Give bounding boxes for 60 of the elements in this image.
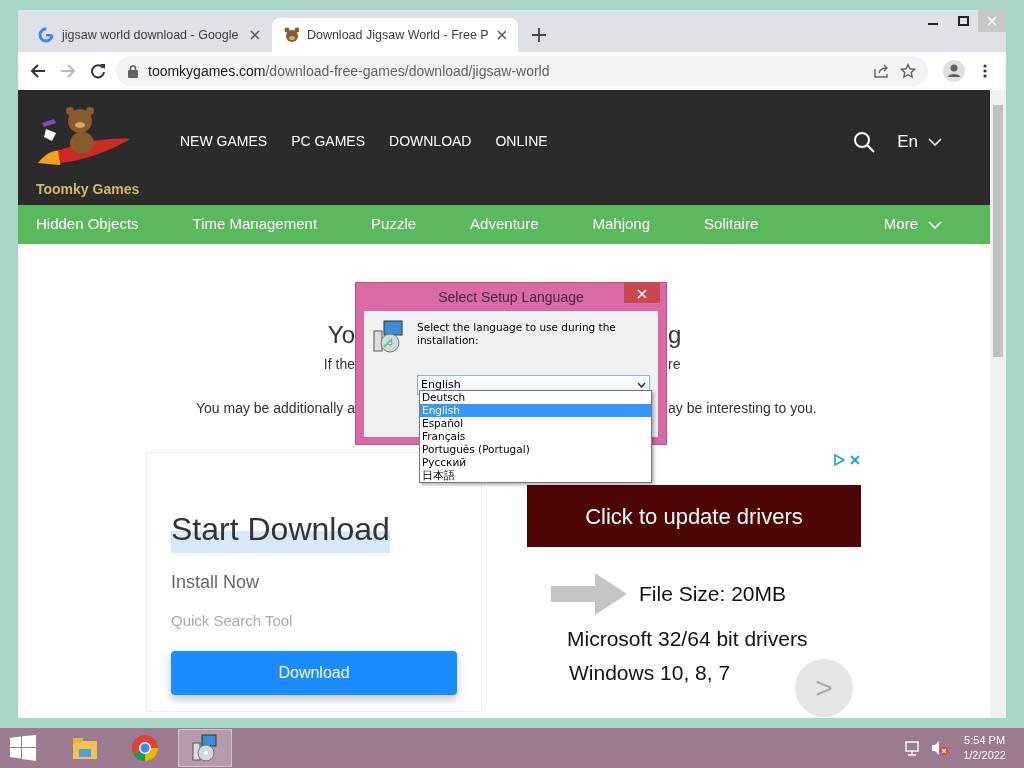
text-fragment: re — [668, 355, 682, 374]
close-icon[interactable] — [250, 30, 260, 40]
taskbar-app[interactable] — [178, 729, 232, 767]
nav-link[interactable]: PC GAMES — [291, 131, 366, 152]
text-fragment: You may be additionally a — [194, 399, 355, 418]
chevron-icon — [637, 382, 646, 388]
text-fragment: If the — [322, 355, 355, 374]
url-text: toomkygames.com/download-free-games/download/jigsaw-world — [148, 61, 550, 81]
heading-fragment: g — [668, 320, 683, 350]
browser-tab[interactable]: jigsaw world download - Google — [26, 18, 272, 52]
clock-date[interactable]: 1/2/2022 — [963, 748, 1006, 763]
arrow-icon — [551, 573, 627, 615]
ad-text: File Size: 20MB — [639, 581, 787, 608]
chevron-icon — [928, 220, 942, 229]
dialog-prompt: Select the language to use during the installation: — [417, 321, 617, 347]
bear-icon — [284, 27, 299, 43]
site-logo-text[interactable]: Toomky Games — [36, 179, 140, 200]
share-icon[interactable] — [874, 64, 890, 78]
ad-text: Windows 10, 8, 7 — [569, 659, 731, 686]
clock-time[interactable]: 5:54 PM — [963, 733, 1006, 748]
star-icon[interactable] — [900, 63, 916, 79]
language-option[interactable]: Русский — [420, 456, 651, 469]
muted-speaker-icon[interactable] — [931, 740, 950, 756]
nav-link[interactable]: NEW GAMES — [180, 131, 268, 152]
back-icon[interactable] — [30, 63, 46, 79]
ad-caption: Quick Search Tool — [171, 611, 294, 631]
ad-subtitle: Install Now — [171, 571, 261, 594]
network-icon[interactable] — [905, 740, 922, 756]
nav-link[interactable]: ONLINE — [495, 131, 548, 152]
search-icon[interactable] — [853, 130, 876, 153]
installer-icon — [372, 319, 403, 353]
installer-icon — [190, 733, 220, 763]
address-bar[interactable]: toomkygames.com/download-free-games/download/jigsaw-world — [116, 56, 928, 86]
nav-link[interactable]: DOWNLOAD — [389, 131, 472, 152]
chevron-icon — [928, 137, 942, 146]
reload-icon[interactable] — [90, 63, 106, 79]
heading-fragment: Yo — [326, 320, 355, 350]
google-icon — [38, 27, 54, 43]
text-fragment: ay be interesting to you. — [668, 399, 818, 418]
chrome-icon — [130, 733, 160, 763]
lock-icon — [128, 64, 138, 78]
close-icon[interactable] — [496, 30, 506, 40]
new-tab-icon[interactable] — [532, 28, 546, 42]
ad-text: Microsoft 32/64 bit drivers — [566, 626, 809, 652]
scrollbar[interactable] — [990, 90, 1006, 718]
ad-choices-icon[interactable] — [833, 454, 845, 466]
browser-tab[interactable]: Download Jigsaw World - Free P — [272, 18, 518, 52]
language-option[interactable]: 日本語 — [420, 469, 651, 482]
close-icon — [637, 288, 647, 299]
scrollbar-thumb[interactable] — [993, 105, 1003, 357]
language-option[interactable]: Español — [420, 417, 651, 430]
ad-banner[interactable]: Click to update drivers — [527, 485, 861, 547]
profile-icon[interactable] — [942, 59, 966, 83]
language-dropdown[interactable]: En — [897, 128, 942, 155]
language-option[interactable]: Français — [420, 430, 651, 443]
dialog-title: Select Setup Language — [438, 287, 584, 307]
language-option[interactable]: Português (Portugal) — [420, 443, 651, 456]
start-button[interactable] — [10, 735, 36, 761]
close-button[interactable] — [624, 283, 660, 303]
maximize-icon[interactable] — [957, 16, 969, 26]
